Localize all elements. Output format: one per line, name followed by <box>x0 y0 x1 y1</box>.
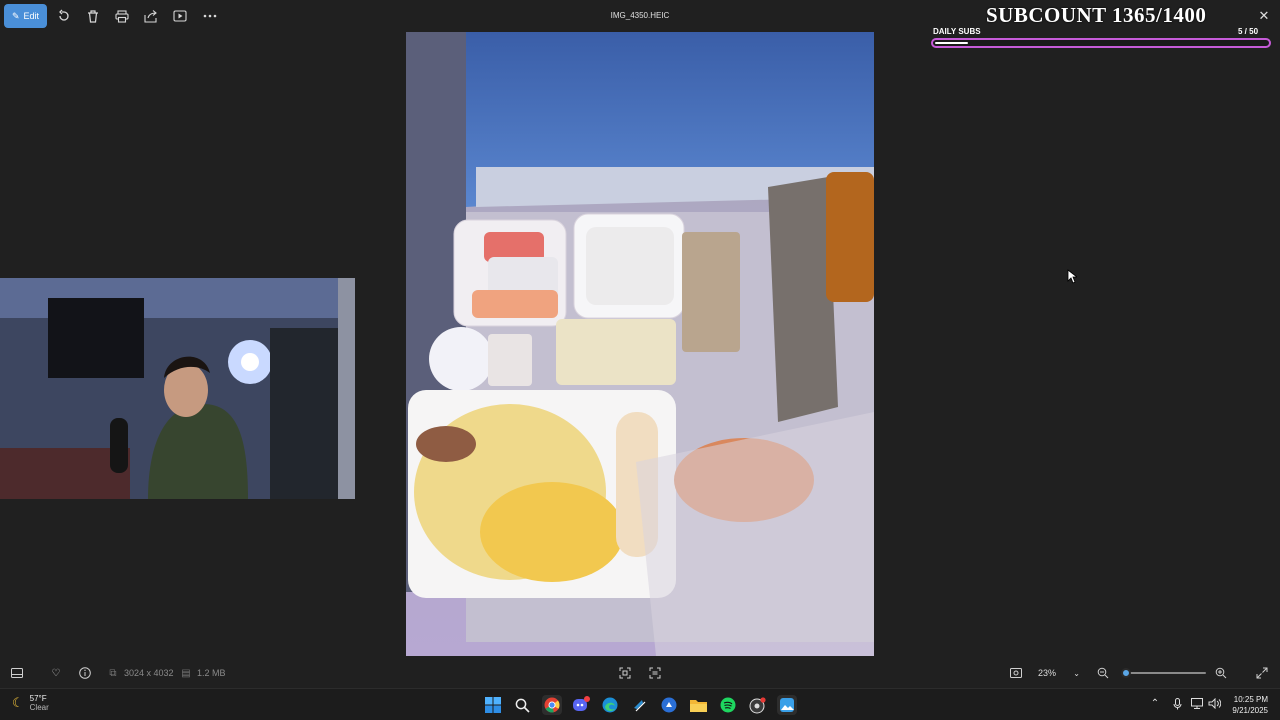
discord-icon[interactable] <box>571 695 591 715</box>
info-icon[interactable] <box>78 666 92 680</box>
weather-condition: Clear <box>29 703 49 712</box>
photos-icon[interactable] <box>777 695 797 715</box>
daily-subs-progress-bar <box>931 38 1271 48</box>
file-size-icon: ▤ <box>181 667 191 679</box>
app-icon[interactable] <box>659 695 679 715</box>
volume-icon[interactable] <box>1207 697 1221 712</box>
daily-subs-progress-fill <box>935 42 968 44</box>
print-icon[interactable] <box>114 8 130 24</box>
bottom-bar: ♡ ⧉ 3024 x 4032 ▤ 1.2 MB 23% ⌄ <box>0 660 1280 686</box>
edit-icon: ✎ <box>11 10 20 21</box>
crop-icon[interactable] <box>618 666 632 680</box>
mouse-cursor-icon <box>1067 269 1079 289</box>
more-icon[interactable] <box>202 8 218 24</box>
slideshow-icon[interactable] <box>172 8 188 24</box>
share-icon[interactable] <box>143 8 159 24</box>
window-title: IMG_4350.HEIC <box>610 11 670 20</box>
rotate-icon[interactable] <box>56 8 72 24</box>
spotify-icon[interactable] <box>718 695 738 715</box>
daily-subs-label: DAILY SUBS <box>933 27 981 36</box>
visual-search-icon[interactable] <box>648 666 662 680</box>
system-clock[interactable]: 10:25 PM 9/21/2025 <box>1226 694 1268 716</box>
chrome-icon[interactable] <box>542 695 562 715</box>
zoom-slider[interactable] <box>1121 668 1206 678</box>
chevron-down-icon: ⌄ <box>1073 668 1080 678</box>
chevron-up-icon[interactable]: ⌃ <box>1148 698 1162 709</box>
edit-button[interactable]: ✎ Edit <box>4 4 47 28</box>
microphone-icon[interactable] <box>1170 698 1184 713</box>
daily-subs-count: 5 / 50 <box>1238 27 1259 36</box>
file-explorer-icon[interactable] <box>688 695 708 715</box>
fit-to-window-icon[interactable] <box>1009 666 1023 680</box>
taskbar: ☾ 57°F Clear ⌃ 10:25 PM 9/21/2025 <box>0 688 1280 720</box>
image-dimensions: 3024 x 4032 <box>124 668 174 678</box>
weather-temperature: 57°F <box>29 694 47 703</box>
full-screen-icon[interactable] <box>1255 666 1269 680</box>
delete-icon[interactable] <box>85 8 101 24</box>
edit-label: Edit <box>23 11 40 21</box>
file-size: 1.2 MB <box>197 668 226 678</box>
zoom-value: 23% <box>1038 668 1057 678</box>
zoom-dropdown[interactable]: 23% ⌄ <box>1032 664 1086 682</box>
steam-icon[interactable] <box>630 695 650 715</box>
clock-time: 10:25 PM <box>1233 695 1268 704</box>
favorite-icon[interactable]: ♡ <box>49 666 63 680</box>
filmstrip-icon[interactable] <box>10 666 24 680</box>
obs-icon[interactable] <box>747 695 767 715</box>
subcount-overlay: SUBCOUNT 1365/1400 <box>986 3 1207 27</box>
dimensions-icon: ⧉ <box>109 667 117 679</box>
search-icon[interactable] <box>512 695 532 715</box>
photo-viewer-image[interactable] <box>406 32 874 656</box>
weather-widget[interactable]: ☾ 57°F Clear <box>12 694 49 712</box>
edge-icon[interactable] <box>600 695 620 715</box>
windows-start-icon[interactable] <box>483 695 503 715</box>
webcam-overlay <box>0 278 355 499</box>
zoom-out-icon[interactable] <box>1096 666 1110 680</box>
clock-date: 9/21/2025 <box>1232 706 1268 715</box>
close-icon[interactable]: ✕ <box>1256 8 1272 24</box>
zoom-slider-thumb[interactable] <box>1121 668 1131 678</box>
zoom-in-icon[interactable] <box>1214 666 1228 680</box>
network-icon[interactable] <box>1190 698 1204 712</box>
moon-icon: ☾ <box>12 695 24 710</box>
